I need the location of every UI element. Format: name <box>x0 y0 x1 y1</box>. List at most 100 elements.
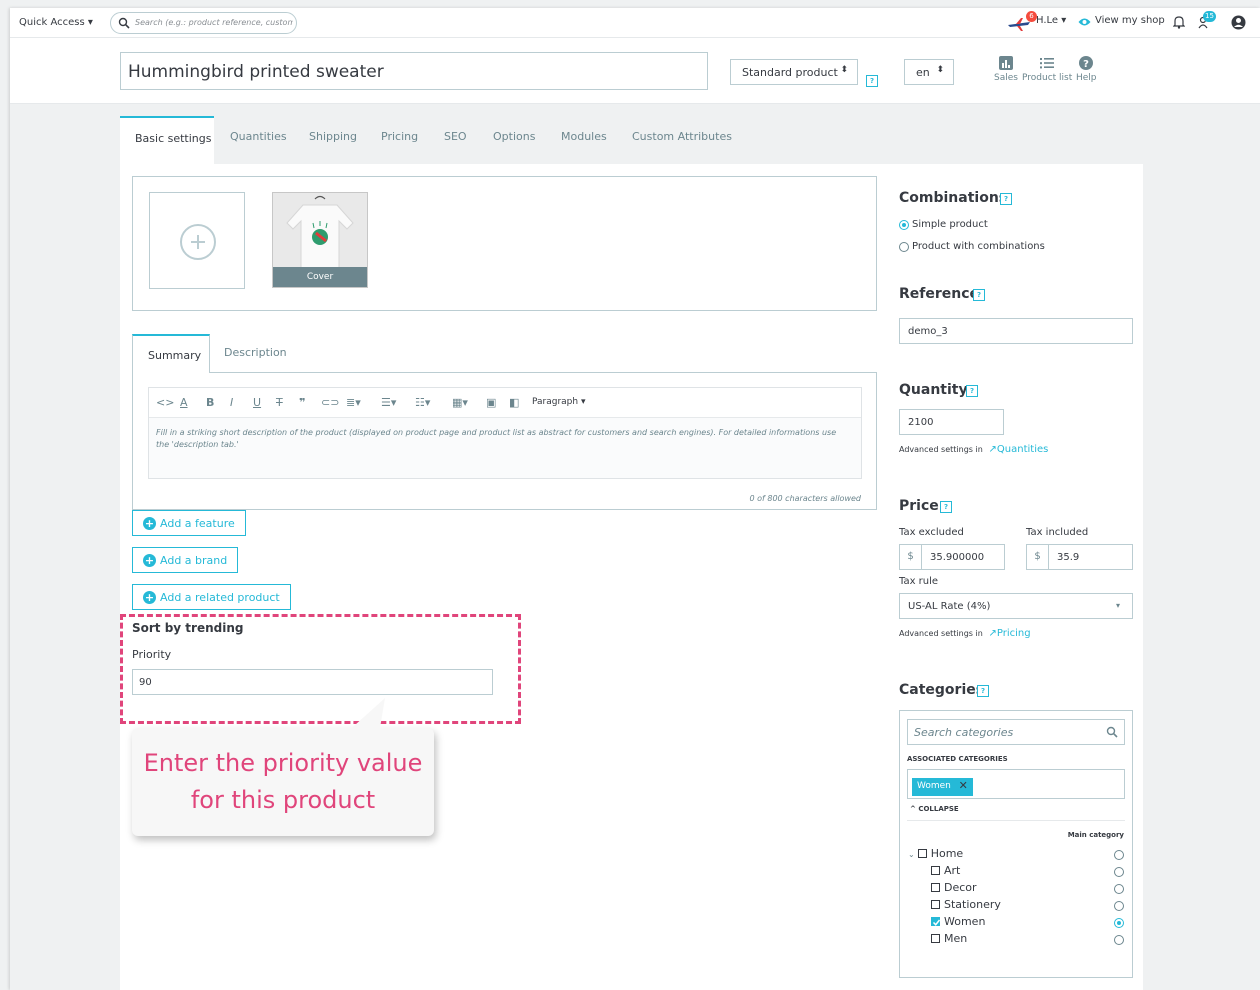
image-icon[interactable]: ▣ <box>486 396 496 409</box>
tab-description[interactable]: Description <box>224 346 287 359</box>
add-related-product-button[interactable]: + Add a related product <box>132 584 291 610</box>
price-tax-excluded-input[interactable]: $ 35.900000 <box>899 544 1005 570</box>
main-category-radio-stationery[interactable] <box>1114 901 1124 911</box>
character-counter: 0 of 800 characters allowed <box>749 494 861 503</box>
checkbox-checked-icon[interactable] <box>931 917 941 926</box>
combinations-radio[interactable]: Product with combinations <box>899 241 1045 252</box>
account-icon[interactable] <box>1231 15 1246 30</box>
tree-item-stationery[interactable]: Stationery <box>931 898 1001 911</box>
updown-icon: ⬍ <box>840 65 848 75</box>
main-category-radio-women[interactable] <box>1114 918 1124 928</box>
tax-rule-value: US-AL Rate (4%) <box>908 601 991 612</box>
categories-title-text: Categories <box>899 682 985 698</box>
tab-seo[interactable]: SEO <box>444 130 467 143</box>
tab-modules[interactable]: Modules <box>561 130 607 143</box>
tree-item-decor[interactable]: Decor <box>931 881 977 894</box>
top-bar: Quick Access ▾ Search (e.g.: product ref… <box>10 8 1260 38</box>
blockquote-icon[interactable]: ❞ <box>299 396 305 409</box>
checkbox-icon[interactable] <box>931 934 940 943</box>
search-icon <box>1106 726 1118 738</box>
search-icon <box>118 17 130 29</box>
tree-item-women[interactable]: Women <box>931 915 985 928</box>
media-icon[interactable]: ◧ <box>509 396 519 409</box>
global-search[interactable]: Search (e.g.: product reference, custome <box>110 12 297 34</box>
remove-tag-icon[interactable]: ✕ <box>959 779 968 792</box>
main-category-radio-art[interactable] <box>1114 867 1124 877</box>
plus-icon: + <box>143 591 156 604</box>
language-select[interactable]: en ⬍ <box>904 59 954 85</box>
product-list-button[interactable]: Product list <box>1022 56 1072 83</box>
tax-rule-select[interactable]: US-AL Rate (4%) ▾ <box>899 593 1133 619</box>
collapse-button[interactable]: ^ COLLAPSE <box>910 805 959 813</box>
text-color-icon[interactable]: A <box>180 396 188 409</box>
associated-categories-label: ASSOCIATED CATEGORIES <box>907 755 1008 763</box>
tab-quantities[interactable]: Quantities <box>230 130 287 143</box>
tree-label: Decor <box>944 881 977 894</box>
bold-icon[interactable]: B <box>206 396 214 409</box>
tax-excluded-label: Tax excluded <box>899 527 964 538</box>
help-icon[interactable]: ? <box>940 501 952 513</box>
checkbox-icon[interactable] <box>917 849 927 858</box>
summary-editor[interactable]: <> A B I U T ❞ ⊂⊃ ≣▾ ☰▾ ☷▾ ▦▾ ▣ ◧ Paragr… <box>148 387 862 479</box>
category-search-input[interactable]: Search categories <box>907 719 1125 745</box>
messages-badge: 15 <box>1203 11 1216 22</box>
price-title-text: Price <box>899 498 939 514</box>
main-category-label: Main category <box>1067 831 1124 839</box>
tab-pricing[interactable]: Pricing <box>381 130 418 143</box>
price-tax-included-input[interactable]: $ 35.9 <box>1026 544 1133 570</box>
underline-icon[interactable]: U <box>253 396 261 409</box>
product-form: Basic settings Quantities Shipping Prici… <box>120 116 1143 990</box>
checkbox-icon[interactable] <box>931 883 940 892</box>
add-feature-button[interactable]: + Add a feature <box>132 510 246 536</box>
main-category-radio-home[interactable] <box>1114 850 1124 860</box>
tree-item-men[interactable]: Men <box>931 932 967 945</box>
tab-options[interactable]: Options <box>493 130 535 143</box>
strikethrough-icon[interactable]: T <box>276 396 283 409</box>
help-button[interactable]: ? Help <box>1076 56 1097 83</box>
help-icon[interactable]: ? <box>1000 193 1012 205</box>
add-image-button[interactable] <box>149 192 245 289</box>
search-input[interactable]: Search (e.g.: product reference, custome <box>135 18 293 27</box>
main-category-radio-men[interactable] <box>1114 935 1124 945</box>
table-icon[interactable]: ▦▾ <box>452 396 468 409</box>
add-brand-button[interactable]: + Add a brand <box>132 547 239 573</box>
main-category-radio-decor[interactable] <box>1114 884 1124 894</box>
product-name-input[interactable]: Hummingbird printed sweater <box>120 52 708 90</box>
currency-label: $ <box>900 545 922 569</box>
source-code-icon[interactable]: <> <box>156 396 174 409</box>
user-menu[interactable]: H.Le ▾ <box>1036 15 1066 26</box>
quick-access-menu[interactable]: Quick Access ▾ <box>19 17 93 28</box>
view-shop-link[interactable]: View my shop <box>1095 15 1165 26</box>
pricing-link[interactable]: ↗Pricing <box>985 628 1031 639</box>
tree-item-art[interactable]: Art <box>931 864 960 877</box>
paragraph-format-select[interactable]: Paragraph ▾ <box>532 397 585 407</box>
italic-icon[interactable]: I <box>230 396 233 409</box>
checkbox-icon[interactable] <box>931 866 940 875</box>
help-icon[interactable]: ? <box>866 75 878 87</box>
quantity-input[interactable]: 2100 <box>899 409 1004 435</box>
help-icon[interactable]: ? <box>977 685 989 697</box>
quantities-link[interactable]: ↗Quantities <box>985 444 1049 455</box>
align-icon[interactable]: ≣▾ <box>346 396 361 409</box>
help-icon[interactable]: ? <box>973 289 985 301</box>
sales-button[interactable]: Sales <box>994 56 1018 83</box>
product-type-select[interactable]: Standard product ⬍ <box>730 59 858 85</box>
bell-icon[interactable] <box>1173 15 1185 29</box>
reference-input[interactable]: demo_3 <box>899 318 1133 344</box>
tab-basic-settings[interactable]: Basic settings <box>120 116 214 164</box>
callout-line-2: for this product <box>190 786 376 814</box>
product-image-thumbnail[interactable]: Cover <box>272 192 368 288</box>
help-icon[interactable]: ? <box>966 385 978 397</box>
tab-shipping[interactable]: Shipping <box>309 130 357 143</box>
numbered-list-icon[interactable]: ☷▾ <box>415 396 430 409</box>
tree-label: Stationery <box>944 898 1001 911</box>
tree-item-home[interactable]: ⌄ Home <box>908 847 963 860</box>
checkbox-icon[interactable] <box>931 900 940 909</box>
quantity-title-text: Quantity <box>899 382 968 398</box>
tab-summary[interactable]: Summary <box>132 334 210 373</box>
tab-custom-attributes[interactable]: Custom Attributes <box>632 130 732 143</box>
bullet-list-icon[interactable]: ☰▾ <box>381 396 396 409</box>
simple-product-radio[interactable]: Simple product <box>899 219 988 230</box>
price-advanced: Advanced settings in ↗Pricing <box>899 628 1031 639</box>
link-icon[interactable]: ⊂⊃ <box>321 396 339 409</box>
